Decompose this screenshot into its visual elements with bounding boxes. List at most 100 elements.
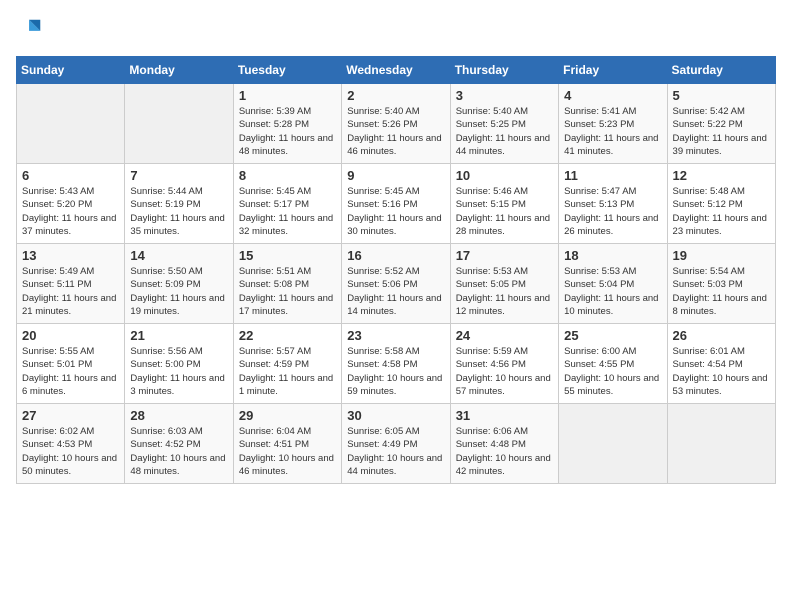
sunset: Sunset: 4:53 PM [22, 439, 92, 450]
daylight: Daylight: 10 hours and 57 minutes. [456, 373, 551, 397]
day-number: 1 [239, 88, 336, 103]
daylight: Daylight: 11 hours and 35 minutes. [130, 213, 224, 237]
weekday-header: Tuesday [233, 57, 341, 84]
calendar-cell: 16 Sunrise: 5:52 AM Sunset: 5:06 PM Dayl… [342, 244, 450, 324]
sunrise: Sunrise: 5:46 AM [456, 186, 528, 197]
day-number: 22 [239, 328, 336, 343]
day-number: 13 [22, 248, 119, 263]
calendar-cell: 28 Sunrise: 6:03 AM Sunset: 4:52 PM Dayl… [125, 404, 233, 484]
day-number: 19 [673, 248, 770, 263]
calendar-cell: 26 Sunrise: 6:01 AM Sunset: 4:54 PM Dayl… [667, 324, 775, 404]
day-number: 3 [456, 88, 553, 103]
sunrise: Sunrise: 6:06 AM [456, 426, 528, 437]
daylight: Daylight: 10 hours and 46 minutes. [239, 453, 334, 477]
day-number: 15 [239, 248, 336, 263]
daylight: Daylight: 11 hours and 12 minutes. [456, 293, 550, 317]
daylight: Daylight: 11 hours and 41 minutes. [564, 133, 658, 157]
day-info: Sunrise: 5:55 AM Sunset: 5:01 PM Dayligh… [22, 345, 119, 398]
sunrise: Sunrise: 5:50 AM [130, 266, 202, 277]
sunrise: Sunrise: 6:03 AM [130, 426, 202, 437]
sunrise: Sunrise: 6:04 AM [239, 426, 311, 437]
day-info: Sunrise: 6:03 AM Sunset: 4:52 PM Dayligh… [130, 425, 227, 478]
weekday-header: Saturday [667, 57, 775, 84]
calendar-cell: 1 Sunrise: 5:39 AM Sunset: 5:28 PM Dayli… [233, 84, 341, 164]
day-number: 8 [239, 168, 336, 183]
daylight: Daylight: 10 hours and 50 minutes. [22, 453, 117, 477]
day-info: Sunrise: 5:57 AM Sunset: 4:59 PM Dayligh… [239, 345, 336, 398]
day-info: Sunrise: 6:05 AM Sunset: 4:49 PM Dayligh… [347, 425, 444, 478]
weekday-header: Friday [559, 57, 667, 84]
sunset: Sunset: 4:48 PM [456, 439, 526, 450]
sunrise: Sunrise: 5:49 AM [22, 266, 94, 277]
daylight: Daylight: 11 hours and 39 minutes. [673, 133, 767, 157]
sunset: Sunset: 5:20 PM [22, 199, 92, 210]
day-number: 28 [130, 408, 227, 423]
day-info: Sunrise: 5:45 AM Sunset: 5:16 PM Dayligh… [347, 185, 444, 238]
calendar-cell: 30 Sunrise: 6:05 AM Sunset: 4:49 PM Dayl… [342, 404, 450, 484]
day-number: 5 [673, 88, 770, 103]
daylight: Daylight: 11 hours and 46 minutes. [347, 133, 441, 157]
calendar-cell: 6 Sunrise: 5:43 AM Sunset: 5:20 PM Dayli… [17, 164, 125, 244]
calendar-cell [125, 84, 233, 164]
day-info: Sunrise: 5:49 AM Sunset: 5:11 PM Dayligh… [22, 265, 119, 318]
daylight: Daylight: 10 hours and 59 minutes. [347, 373, 442, 397]
sunset: Sunset: 5:28 PM [239, 119, 309, 130]
day-info: Sunrise: 5:40 AM Sunset: 5:25 PM Dayligh… [456, 105, 553, 158]
calendar-cell: 21 Sunrise: 5:56 AM Sunset: 5:00 PM Dayl… [125, 324, 233, 404]
day-info: Sunrise: 5:58 AM Sunset: 4:58 PM Dayligh… [347, 345, 444, 398]
sunset: Sunset: 5:09 PM [130, 279, 200, 290]
calendar-cell: 11 Sunrise: 5:47 AM Sunset: 5:13 PM Dayl… [559, 164, 667, 244]
weekday-header-row: SundayMondayTuesdayWednesdayThursdayFrid… [17, 57, 776, 84]
daylight: Daylight: 11 hours and 3 minutes. [130, 373, 224, 397]
day-number: 7 [130, 168, 227, 183]
sunrise: Sunrise: 5:42 AM [673, 106, 745, 117]
daylight: Daylight: 11 hours and 44 minutes. [456, 133, 550, 157]
sunset: Sunset: 5:16 PM [347, 199, 417, 210]
sunrise: Sunrise: 6:00 AM [564, 346, 636, 357]
calendar-cell: 10 Sunrise: 5:46 AM Sunset: 5:15 PM Dayl… [450, 164, 558, 244]
logo [16, 16, 48, 44]
day-number: 29 [239, 408, 336, 423]
day-info: Sunrise: 5:50 AM Sunset: 5:09 PM Dayligh… [130, 265, 227, 318]
sunset: Sunset: 5:08 PM [239, 279, 309, 290]
day-info: Sunrise: 6:06 AM Sunset: 4:48 PM Dayligh… [456, 425, 553, 478]
sunrise: Sunrise: 5:57 AM [239, 346, 311, 357]
daylight: Daylight: 11 hours and 28 minutes. [456, 213, 550, 237]
daylight: Daylight: 11 hours and 48 minutes. [239, 133, 333, 157]
daylight: Daylight: 11 hours and 30 minutes. [347, 213, 441, 237]
sunset: Sunset: 5:05 PM [456, 279, 526, 290]
daylight: Daylight: 11 hours and 6 minutes. [22, 373, 116, 397]
sunrise: Sunrise: 5:53 AM [456, 266, 528, 277]
calendar-cell: 18 Sunrise: 5:53 AM Sunset: 5:04 PM Dayl… [559, 244, 667, 324]
calendar-cell [559, 404, 667, 484]
calendar-cell: 9 Sunrise: 5:45 AM Sunset: 5:16 PM Dayli… [342, 164, 450, 244]
day-number: 2 [347, 88, 444, 103]
sunrise: Sunrise: 5:45 AM [239, 186, 311, 197]
daylight: Daylight: 11 hours and 37 minutes. [22, 213, 116, 237]
calendar-cell: 17 Sunrise: 5:53 AM Sunset: 5:05 PM Dayl… [450, 244, 558, 324]
calendar-cell: 12 Sunrise: 5:48 AM Sunset: 5:12 PM Dayl… [667, 164, 775, 244]
calendar-week-row: 6 Sunrise: 5:43 AM Sunset: 5:20 PM Dayli… [17, 164, 776, 244]
day-info: Sunrise: 5:53 AM Sunset: 5:04 PM Dayligh… [564, 265, 661, 318]
daylight: Daylight: 10 hours and 48 minutes. [130, 453, 225, 477]
calendar-cell: 5 Sunrise: 5:42 AM Sunset: 5:22 PM Dayli… [667, 84, 775, 164]
sunset: Sunset: 5:01 PM [22, 359, 92, 370]
weekday-header: Sunday [17, 57, 125, 84]
daylight: Daylight: 11 hours and 1 minute. [239, 373, 333, 397]
day-info: Sunrise: 6:01 AM Sunset: 4:54 PM Dayligh… [673, 345, 770, 398]
sunset: Sunset: 5:04 PM [564, 279, 634, 290]
daylight: Daylight: 11 hours and 19 minutes. [130, 293, 224, 317]
day-number: 27 [22, 408, 119, 423]
sunset: Sunset: 4:51 PM [239, 439, 309, 450]
day-info: Sunrise: 5:42 AM Sunset: 5:22 PM Dayligh… [673, 105, 770, 158]
sunrise: Sunrise: 6:01 AM [673, 346, 745, 357]
calendar-cell: 24 Sunrise: 5:59 AM Sunset: 4:56 PM Dayl… [450, 324, 558, 404]
calendar-cell: 15 Sunrise: 5:51 AM Sunset: 5:08 PM Dayl… [233, 244, 341, 324]
sunrise: Sunrise: 5:58 AM [347, 346, 419, 357]
sunset: Sunset: 5:11 PM [22, 279, 92, 290]
day-info: Sunrise: 5:52 AM Sunset: 5:06 PM Dayligh… [347, 265, 444, 318]
sunset: Sunset: 5:23 PM [564, 119, 634, 130]
sunset: Sunset: 4:55 PM [564, 359, 634, 370]
day-info: Sunrise: 5:56 AM Sunset: 5:00 PM Dayligh… [130, 345, 227, 398]
day-number: 17 [456, 248, 553, 263]
